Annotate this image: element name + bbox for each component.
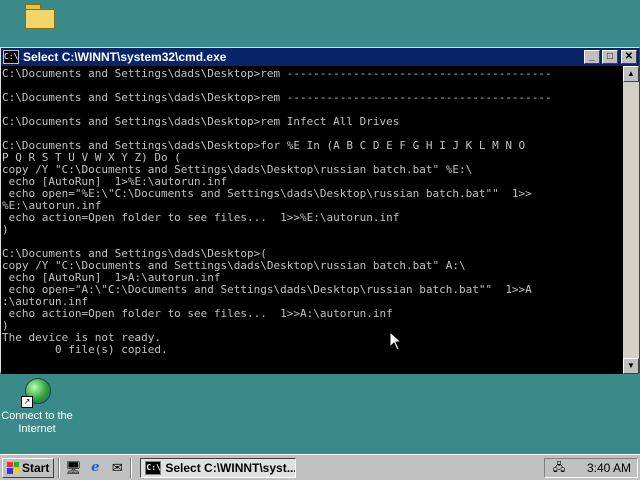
console-line: echo action=Open folder to see files... … — [2, 211, 400, 224]
console-line: C:\Documents and Settings\dads\Desktop>r… — [2, 67, 552, 80]
cmd-icon: C:\ — [145, 460, 162, 475]
taskbar-divider — [130, 457, 133, 478]
cmd-window[interactable]: C:\ Select C:\WINNT\system32\cmd.exe _ □… — [0, 47, 640, 374]
taskbar-button-cmd[interactable]: C:\ Select C:\WINNT\syst... — [140, 457, 297, 478]
desktop-icon-label: Connect to the Internet — [1, 410, 73, 435]
desktop-icon-my-documents[interactable] — [0, 4, 80, 29]
mouse-pointer-icon — [389, 330, 403, 351]
console-output[interactable]: C:\Documents and Settings\dads\Desktop>r… — [1, 66, 625, 374]
globe-shortcut-icon: ↗ — [21, 376, 53, 408]
console-line: C:\Documents and Settings\dads\Desktop>r… — [2, 115, 400, 128]
outlook-express-icon[interactable]: ✉ — [108, 459, 126, 477]
quick-launch: 🖥 e ✉ — [64, 459, 126, 477]
window-titlebar[interactable]: C:\ Select C:\WINNT\system32\cmd.exe _ □… — [1, 48, 639, 66]
start-label: Start — [22, 460, 50, 475]
clock[interactable]: 3:40 AM — [587, 461, 631, 475]
close-button[interactable]: ✕ — [621, 50, 637, 64]
taskbar-button-label: Select C:\WINNT\syst... — [165, 460, 297, 475]
console-line: C:\Documents and Settings\dads\Desktop>r… — [2, 91, 552, 104]
taskbar: Start 🖥 e ✉ C:\ Select C:\WINNT\syst... … — [0, 454, 640, 480]
minimize-button[interactable]: _ — [584, 50, 600, 64]
network-icon[interactable]: 🖧 — [551, 461, 567, 475]
console-line: echo open="A:\"C:\Documents and Settings… — [2, 283, 532, 296]
internet-explorer-icon[interactable]: e — [86, 459, 104, 477]
console-line: echo action=Open folder to see files... … — [2, 307, 393, 320]
system-tray: 🖧 3:40 AM — [544, 457, 638, 478]
maximize-button[interactable]: □ — [602, 50, 618, 64]
window-title: Select C:\WINNT\system32\cmd.exe — [23, 50, 227, 64]
taskbar-divider — [58, 457, 61, 478]
console-line: 0 file(s) copied. — [2, 343, 168, 356]
vertical-scrollbar[interactable]: ▲ ▼ — [623, 66, 639, 374]
windows-logo-icon — [7, 461, 19, 474]
show-desktop-icon[interactable]: 🖥 — [64, 459, 82, 477]
start-button[interactable]: Start — [2, 457, 55, 478]
desktop-icon-connect-to-internet[interactable]: ↗ Connect to the Internet — [0, 376, 77, 436]
cmd-icon: C:\ — [3, 50, 19, 64]
scroll-up-button[interactable]: ▲ — [623, 66, 639, 82]
folder-icon — [25, 4, 55, 29]
console-line: ) — [2, 223, 9, 236]
scroll-down-button[interactable]: ▼ — [623, 358, 639, 374]
